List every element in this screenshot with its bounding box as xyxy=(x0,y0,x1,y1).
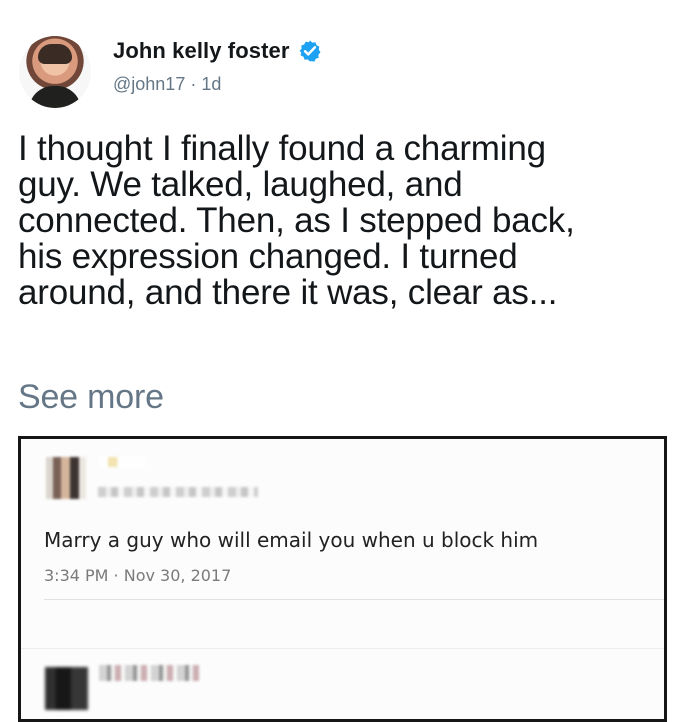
blurred-handle xyxy=(98,487,258,497)
embedded-tweet-text: Marry a guy who will email you when u bl… xyxy=(44,528,539,552)
verified-badge-icon xyxy=(298,39,322,63)
embedded-timestamp: 3:34 PM · Nov 30, 2017 xyxy=(44,566,232,585)
post-age[interactable]: 1d xyxy=(201,74,221,94)
author-display-name[interactable]: John kelly foster xyxy=(113,38,290,64)
post-text-line: guy. We talked, laughed, and xyxy=(18,165,463,204)
author-name-row: John kelly foster xyxy=(113,38,322,64)
blurred-avatar xyxy=(46,457,86,499)
post-meta: @john17 · 1d xyxy=(113,74,221,95)
embedded-divider xyxy=(44,599,664,600)
embedded-screenshot: Marry a guy who will email you when u bl… xyxy=(18,436,667,722)
post-text-line: around, and there it was, clear as... xyxy=(18,273,558,312)
meta-separator: · xyxy=(190,74,197,94)
post-text-line: connected. Then, as I stepped back, xyxy=(18,201,575,240)
blurred-name xyxy=(99,457,145,467)
blurred-avatar xyxy=(45,667,88,710)
see-more-link[interactable]: See more xyxy=(18,377,164,417)
post-header: John kelly foster @john17 · 1d xyxy=(19,36,679,116)
embedded-section-divider xyxy=(21,648,664,649)
post-text: I thought I finally found a charming guy… xyxy=(18,131,668,311)
post-text-line: I thought I finally found a charming xyxy=(18,129,546,168)
blurred-name xyxy=(99,665,199,681)
author-avatar[interactable] xyxy=(19,36,91,108)
post-text-line: his expression changed. I turned xyxy=(18,237,518,276)
author-handle[interactable]: @john17 xyxy=(113,74,185,94)
